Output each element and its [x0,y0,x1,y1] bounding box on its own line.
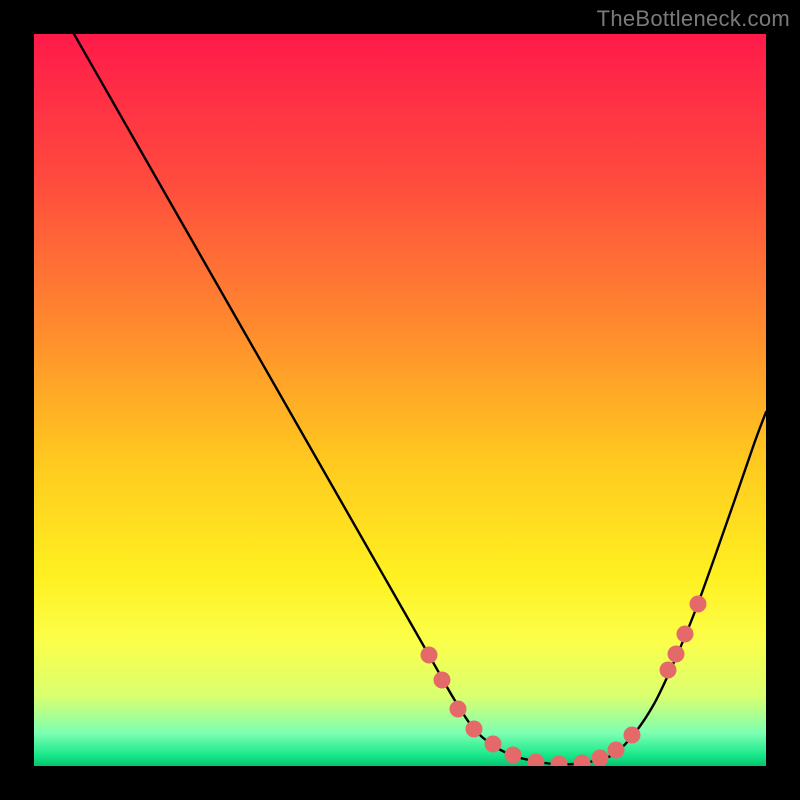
highlight-dot [592,750,609,767]
highlight-dot [668,646,685,663]
highlight-dots [421,596,707,767]
highlight-dot [485,736,502,753]
highlight-dot [466,721,483,738]
highlight-dot [528,754,545,767]
highlight-dot [677,626,694,643]
highlight-dot [450,701,467,718]
highlight-dot [660,662,677,679]
chart-area [34,34,766,766]
highlight-dot [574,755,591,767]
highlight-dot [608,742,625,759]
bottleneck-curve [74,34,766,764]
highlight-dot [421,647,438,664]
highlight-dot [505,747,522,764]
plot-svg [34,34,766,766]
highlight-dot [551,756,568,767]
highlight-dot [624,727,641,744]
highlight-dot [434,672,451,689]
watermark-text: TheBottleneck.com [597,6,790,32]
highlight-dot [690,596,707,613]
